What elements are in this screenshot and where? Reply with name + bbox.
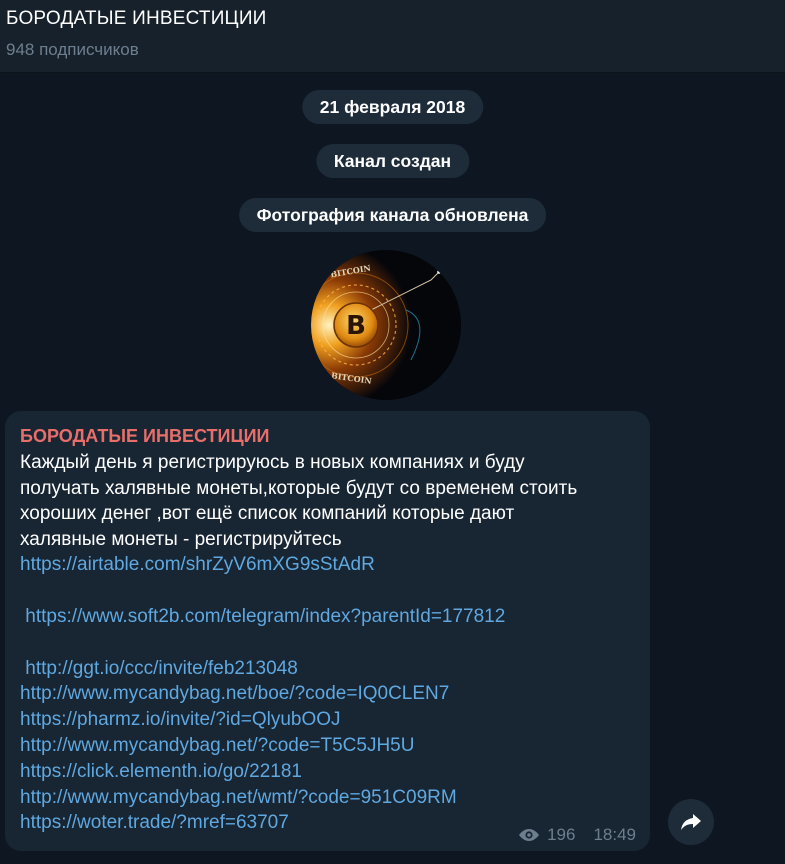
subscriber-count: 948 подписчиков <box>6 40 139 59</box>
channel-photo[interactable]: B BITCOIN BITCOIN <box>311 250 461 400</box>
message-link-elementh[interactable]: https://click.elementh.io/go/22181 <box>20 759 635 785</box>
message-link-mycandybag[interactable]: http://www.mycandybag.net/?code=T5C5JH5U <box>20 733 635 759</box>
message-link-pharmz[interactable]: https://pharmz.io/invite/?id=QlyubOOJ <box>20 707 635 733</box>
message-link-ggt[interactable]: http://ggt.io/ccc/invite/feb213048 <box>20 656 635 682</box>
chat-area: 21 февраля 2018 Канал создан Фотография … <box>0 74 785 864</box>
message-meta: 196 18:49 <box>517 825 636 845</box>
message-link-mycandybag-wmt[interactable]: http://www.mycandybag.net/wmt/?code=951C… <box>20 785 635 811</box>
bitcoin-symbol: B <box>346 311 366 341</box>
share-button[interactable] <box>668 799 714 845</box>
message-bubble[interactable]: БОРОДАТЫЕ ИНВЕСТИЦИИ Каждый день я регис… <box>5 411 650 851</box>
message-text-line: халявные монеты - регистрируйтесь <box>20 528 342 550</box>
message-link-mycandybag-boe[interactable]: http://www.mycandybag.net/boe/?code=IQ0C… <box>20 681 635 707</box>
message-text-line: хороших денег ,вот ещё список компаний к… <box>20 503 515 525</box>
message-link-airtable[interactable]: https://airtable.com/shrZyV6mXG9sStAdR <box>20 552 635 578</box>
channel-header[interactable]: БОРОДАТЫЕ ИНВЕСТИЦИИ 948 подписчиков <box>0 0 785 73</box>
message-link-soft2b[interactable]: https://www.soft2b.com/telegram/index?pa… <box>20 604 635 630</box>
eye-icon <box>519 829 540 841</box>
message-text-line: Каждый день я регистрируюсь в новых комп… <box>20 452 525 473</box>
message-time: 18:49 <box>593 825 636 844</box>
bitcoin-logo-image: B BITCOIN BITCOIN <box>311 250 461 400</box>
view-count: 196 <box>547 825 576 844</box>
date-separator: 21 февраля 2018 <box>301 90 484 124</box>
message-text: Каждый день я регистрируюсь в новых комп… <box>20 450 635 552</box>
message-text-line: получать халявные монеты,которые будут с… <box>20 477 578 499</box>
share-arrow-icon <box>681 814 701 830</box>
channel-title: БОРОДАТЫЕ ИНВЕСТИЦИИ <box>6 8 267 29</box>
service-message-photo-updated: Фотография канала обновлена <box>238 198 547 232</box>
message-author[interactable]: БОРОДАТЫЕ ИНВЕСТИЦИИ <box>20 425 635 447</box>
service-message-channel-created: Канал создан <box>315 144 470 178</box>
